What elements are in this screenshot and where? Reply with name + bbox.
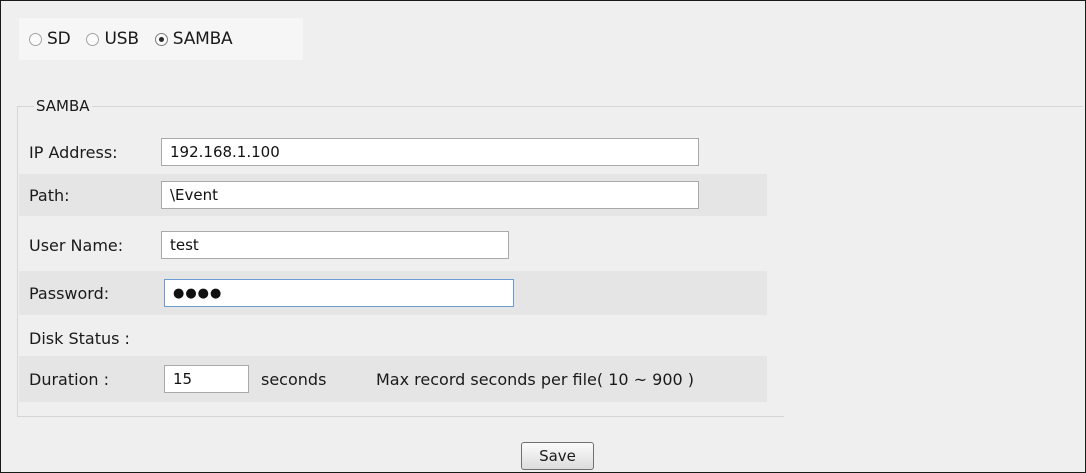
- radio-usb-circle[interactable]: [86, 32, 100, 46]
- duration-hint: Max record seconds per file( 10 ~ 900 ): [376, 369, 695, 389]
- radio-usb[interactable]: USB: [86, 29, 139, 49]
- radio-samba-circle[interactable]: [154, 32, 168, 46]
- path-input[interactable]: \Event: [161, 181, 699, 209]
- duration-input[interactable]: 15: [164, 365, 249, 393]
- disk-status-label: Disk Status :: [29, 328, 130, 348]
- path-row: Path: \Event: [19, 174, 767, 216]
- password-label: Password:: [29, 283, 110, 303]
- duration-label: Duration :: [29, 369, 109, 389]
- user-name-row: User Name: test: [19, 227, 767, 263]
- radio-sd[interactable]: SD: [29, 29, 71, 49]
- user-name-label: User Name:: [29, 235, 124, 255]
- path-label: Path:: [29, 185, 70, 205]
- duration-row: Duration : 15 seconds Max record seconds…: [19, 356, 767, 402]
- disk-status-row: Disk Status :: [19, 321, 767, 355]
- radio-sd-label: SD: [47, 29, 71, 49]
- ip-address-input[interactable]: 192.168.1.100: [161, 138, 699, 166]
- samba-legend: SAMBA: [34, 97, 92, 115]
- storage-type-selector: SD USB SAMBA: [19, 18, 303, 60]
- radio-samba[interactable]: SAMBA: [154, 29, 233, 49]
- ip-address-row: IP Address: 192.168.1.100: [19, 134, 767, 170]
- user-name-input[interactable]: test: [161, 231, 509, 259]
- radio-sd-circle[interactable]: [29, 32, 42, 46]
- radio-usb-label: USB: [104, 29, 139, 49]
- ip-address-label: IP Address:: [29, 142, 118, 162]
- save-button[interactable]: Save: [521, 442, 594, 470]
- duration-unit: seconds: [261, 369, 327, 389]
- password-row: Password: ●●●●: [19, 271, 767, 315]
- radio-samba-label: SAMBA: [172, 29, 233, 49]
- password-input[interactable]: ●●●●: [164, 279, 514, 307]
- storage-settings-panel: SD USB SAMBA SAMBA IP Address: 192.168.1…: [0, 0, 1086, 473]
